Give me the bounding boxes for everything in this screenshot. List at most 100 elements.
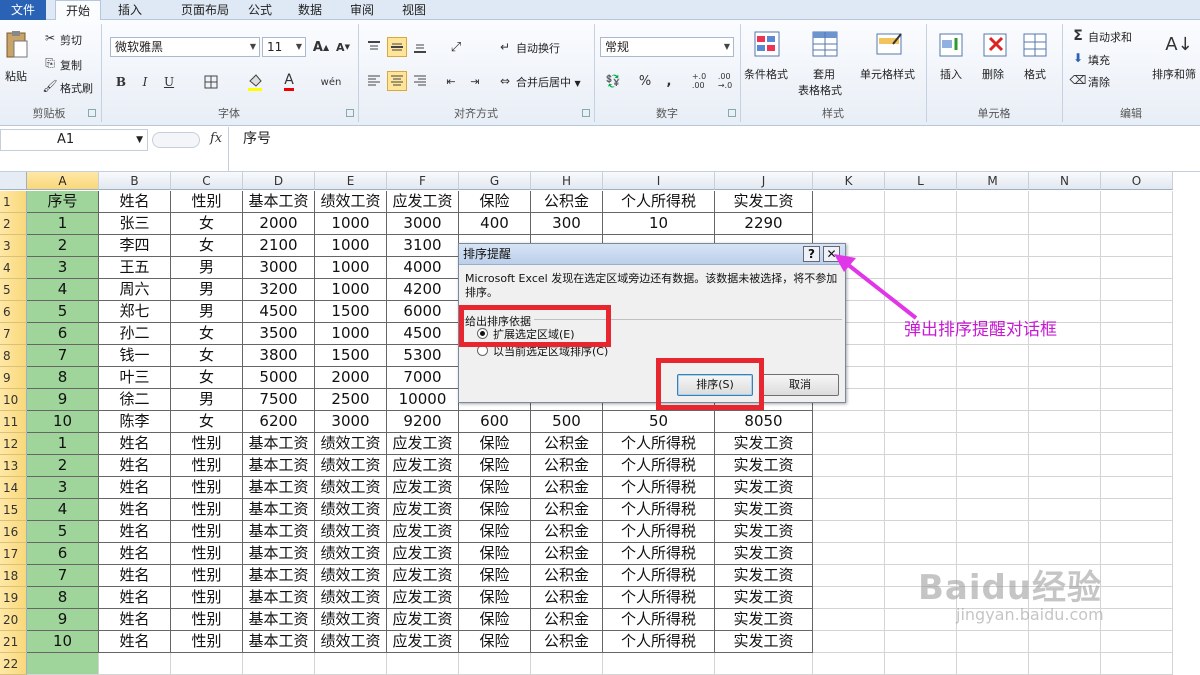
grid-cell[interactable]: 4500 [387, 323, 459, 345]
copy-button[interactable]: 复制 [60, 57, 82, 73]
grid-cell[interactable] [813, 411, 885, 433]
align-middle-icon[interactable] [387, 37, 407, 57]
column-header-O[interactable]: O [1101, 172, 1173, 190]
grid-cell[interactable]: 2290 [715, 213, 813, 235]
grid-cell[interactable]: 姓名 [99, 499, 171, 521]
grid-cell[interactable]: 张三 [99, 213, 171, 235]
merge-center-icon[interactable]: ⇔ [496, 72, 514, 90]
grid-cell[interactable]: 周六 [99, 279, 171, 301]
comma-icon[interactable]: , [662, 72, 676, 90]
grid-cell[interactable] [957, 411, 1029, 433]
clipboard-launcher-icon[interactable] [88, 109, 96, 117]
grid-cell[interactable]: 应发工资 [387, 477, 459, 499]
grid-cell[interactable] [1101, 411, 1173, 433]
grid-cell[interactable]: 5000 [243, 367, 315, 389]
grid-cell[interactable]: 个人所得税 [603, 477, 715, 499]
grid-cell[interactable]: 公积金 [531, 455, 603, 477]
grid-cell[interactable] [1029, 367, 1101, 389]
grid-cell[interactable] [1029, 653, 1101, 675]
grid-cell[interactable]: 2500 [315, 389, 387, 411]
grid-cell[interactable] [1029, 499, 1101, 521]
grid-cell[interactable]: 1500 [315, 301, 387, 323]
grid-cell[interactable]: 个人所得税 [603, 543, 715, 565]
grid-cell[interactable] [885, 521, 957, 543]
grid-cell[interactable]: 应发工资 [387, 543, 459, 565]
grid-cell[interactable]: 7 [27, 345, 99, 367]
grid-cell[interactable]: 性别 [171, 455, 243, 477]
grid-cell[interactable]: 绩效工资 [315, 587, 387, 609]
grid-cell[interactable]: 实发工资 [715, 191, 813, 213]
grid-cell[interactable]: 2 [27, 455, 99, 477]
grid-cell[interactable]: 性别 [171, 543, 243, 565]
grid-cell[interactable]: 5 [27, 521, 99, 543]
grid-cell[interactable]: 绩效工资 [315, 191, 387, 213]
align-right-icon[interactable] [411, 72, 429, 90]
grid-cell[interactable]: 实发工资 [715, 499, 813, 521]
grid-cell[interactable] [1101, 543, 1173, 565]
grid-cell[interactable]: 实发工资 [715, 543, 813, 565]
help-icon[interactable]: ? [803, 246, 820, 262]
grid-cell[interactable] [957, 521, 1029, 543]
grid-cell[interactable]: 女 [171, 411, 243, 433]
grid-cell[interactable] [27, 653, 99, 675]
formula-input[interactable]: 序号 [228, 127, 1200, 172]
grid-cell[interactable]: 男 [171, 257, 243, 279]
grid-cell[interactable] [1101, 587, 1173, 609]
row-header[interactable]: 16 [0, 521, 27, 543]
grid-cell[interactable]: 姓名 [99, 609, 171, 631]
grid-cell[interactable]: 男 [171, 389, 243, 411]
grid-cell[interactable]: 应发工资 [387, 521, 459, 543]
grid-cell[interactable]: 8 [27, 367, 99, 389]
border-icon[interactable] [200, 72, 222, 92]
grid-cell[interactable]: 叶三 [99, 367, 171, 389]
fill-icon[interactable]: ⬇ [1070, 50, 1086, 66]
grid-cell[interactable] [1101, 345, 1173, 367]
grid-cell[interactable]: 应发工资 [387, 499, 459, 521]
grid-cell[interactable] [885, 631, 957, 653]
grid-cell[interactable]: 个人所得税 [603, 499, 715, 521]
grid-cell[interactable]: 序号 [27, 191, 99, 213]
grid-cell[interactable]: 保险 [459, 191, 531, 213]
scissors-icon[interactable]: ✂ [42, 30, 58, 46]
row-header[interactable]: 20 [0, 609, 27, 631]
grid-cell[interactable]: 女 [171, 213, 243, 235]
grid-cell[interactable]: 应发工资 [387, 565, 459, 587]
grid-cell[interactable] [1101, 367, 1173, 389]
grid-cell[interactable] [957, 455, 1029, 477]
grid-cell[interactable]: 绩效工资 [315, 455, 387, 477]
grid-cell[interactable] [1029, 389, 1101, 411]
format-painter-button[interactable]: 格式刷 [60, 80, 93, 96]
column-header-A[interactable]: A [27, 172, 99, 190]
font-color-icon[interactable]: A [280, 70, 298, 92]
grid-cell[interactable] [1029, 521, 1101, 543]
grid-cell[interactable]: 3000 [387, 213, 459, 235]
tab-file[interactable]: 文件 [0, 0, 46, 20]
grid-cell[interactable]: 9 [27, 389, 99, 411]
percent-icon[interactable]: % [636, 72, 654, 90]
grid-cell[interactable]: 公积金 [531, 631, 603, 653]
format-cells-button[interactable]: 格式 [1024, 66, 1046, 82]
grid-cell[interactable] [885, 499, 957, 521]
grid-cell[interactable]: 保险 [459, 565, 531, 587]
row-header[interactable]: 9 [0, 367, 27, 389]
wrap-text-button[interactable]: 自动换行 [516, 40, 560, 56]
grid-cell[interactable]: 1000 [315, 257, 387, 279]
cut-button[interactable]: 剪切 [60, 32, 82, 48]
grid-cell[interactable]: 基本工资 [243, 499, 315, 521]
grid-cell[interactable]: 女 [171, 367, 243, 389]
grid-cell[interactable]: 绩效工资 [315, 631, 387, 653]
format-as-table-label[interactable]: 表格格式 [798, 82, 842, 98]
row-header[interactable]: 3 [0, 235, 27, 257]
grid-cell[interactable] [885, 653, 957, 675]
grid-cell[interactable]: 基本工资 [243, 477, 315, 499]
grid-cell[interactable]: 女 [171, 235, 243, 257]
grid-cell[interactable]: 3000 [243, 257, 315, 279]
grid-cell[interactable]: 应发工资 [387, 455, 459, 477]
cancel-button[interactable]: 取消 [761, 374, 839, 396]
grid-cell[interactable]: 公积金 [531, 587, 603, 609]
grid-cell[interactable]: 基本工资 [243, 191, 315, 213]
increase-indent-icon[interactable]: ⇥ [466, 72, 484, 90]
grid-cell[interactable]: 个人所得税 [603, 587, 715, 609]
grid-cell[interactable]: 公积金 [531, 191, 603, 213]
tab-formulas[interactable]: 公式 [238, 0, 282, 20]
